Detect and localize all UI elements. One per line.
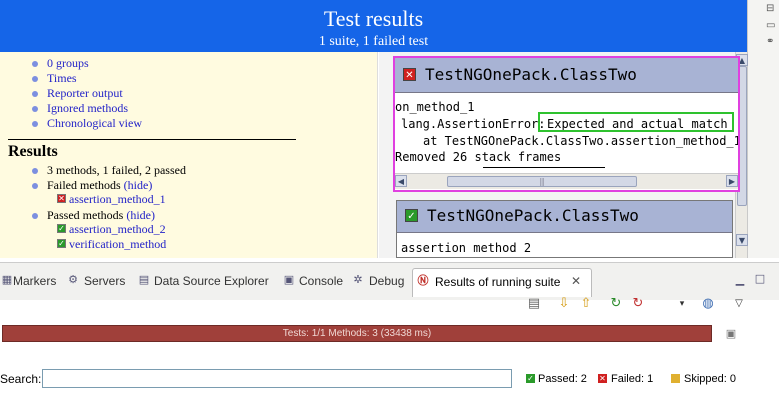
nav-link-groups[interactable]: 0 groups — [47, 56, 89, 71]
minimize-icon[interactable]: ⊟ — [766, 3, 779, 15]
rerun-failed-icon[interactable]: ↻ — [630, 296, 646, 312]
test-progress-bar: Tests: 1/1 Methods: 3 (33438 ms) — [2, 325, 712, 342]
servers-icon: ⚙ — [68, 273, 78, 286]
results-summary: 3 methods, 1 failed, 2 passed — [47, 163, 186, 177]
passed-count: Passed: 2 — [538, 373, 587, 385]
passed-method-link[interactable]: assertion_method_2 — [69, 222, 166, 237]
bullet-icon — [32, 61, 38, 67]
report-subtitle: 1 suite, 1 failed test — [318, 34, 429, 49]
data-source-icon: ▤ — [138, 273, 150, 286]
report-title: Test results — [323, 6, 424, 31]
bullet-icon — [32, 121, 38, 127]
search-input[interactable] — [42, 369, 512, 388]
report-header: Test results 1 suite, 1 failed test — [0, 0, 747, 52]
maximize-view-icon[interactable]: □ — [754, 273, 766, 285]
layout-toggle-icon[interactable]: ▣ — [723, 326, 739, 342]
stack-line: at TestNGOnePack.ClassTwo.assertion_meth… — [423, 134, 740, 148]
debug-icon: ✲ — [353, 273, 363, 286]
testng-icon: Ⓝ — [417, 274, 429, 287]
failed-hide-link[interactable]: (hide) — [124, 178, 153, 192]
card-horizontal-scrollbar[interactable]: ◀ ||| ▶ — [395, 173, 738, 189]
tab-data-source-explorer[interactable]: Data Source Explorer — [154, 274, 269, 288]
view-menu-chevron-icon[interactable]: ▽ — [731, 296, 747, 312]
scroll-left-icon[interactable]: ◀ — [395, 175, 407, 187]
failed-methods-label: Failed methods (hide) — [47, 178, 153, 192]
tab-console[interactable]: Console — [299, 274, 343, 288]
failed-method-link[interactable]: assertion_method_1 — [69, 192, 166, 207]
nav-link-ignored-methods[interactable]: Ignored methods — [47, 101, 128, 116]
passed-icon: ✓ — [526, 374, 535, 383]
search-label: Search: — [0, 372, 42, 386]
globe-icon[interactable]: ◍ — [700, 296, 716, 312]
stack-line: Removed 26 stack frames — [395, 150, 562, 164]
scrollbar-thumb[interactable]: ||| — [447, 176, 637, 187]
rerun-icon[interactable]: ↻ — [608, 296, 624, 312]
tab-label: Results of running suite — [435, 275, 561, 289]
nav-link-reporter-output[interactable]: Reporter output — [47, 86, 123, 101]
tab-results-of-running-suite[interactable]: Ⓝ Results of running suite ✕ — [412, 268, 592, 297]
scroll-down-icon[interactable]: ▼ — [736, 234, 748, 246]
divider — [8, 139, 296, 140]
message-highlight — [538, 112, 734, 132]
side-toolbar-strip: ⊟ ▭ ⚭ — [747, 0, 779, 258]
passed-icon: ✓ — [57, 239, 66, 248]
close-tab-icon[interactable]: ✕ — [571, 274, 581, 288]
scroll-right-icon[interactable]: ▶ — [726, 175, 738, 187]
previous-failure-icon[interactable]: ⇧ — [578, 296, 594, 312]
bullet-icon — [32, 168, 38, 174]
stack-line: assertion method 2 — [401, 241, 532, 255]
minimize-view-icon[interactable]: ▁ — [734, 274, 746, 286]
console-icon: ▣ — [283, 273, 295, 286]
results-heading: Results — [8, 143, 58, 160]
card-header: ✓ TestNGOnePack.ClassTwo — [397, 201, 732, 233]
stack-line: on_method_1 — [395, 100, 475, 114]
passed-icon: ✓ — [57, 224, 66, 233]
bullet-icon — [32, 183, 38, 189]
nav-link-times[interactable]: Times — [47, 71, 77, 86]
tab-servers[interactable]: Servers — [84, 274, 125, 288]
failed-count: Failed: 1 — [611, 373, 654, 385]
failed-icon: ✕ — [403, 68, 416, 81]
bullet-icon — [32, 91, 38, 97]
bullet-icon — [32, 76, 38, 82]
view-icon[interactable]: ▭ — [766, 20, 779, 32]
next-failure-icon[interactable]: ⇩ — [556, 296, 572, 312]
view-menu-icon[interactable]: ▾ — [674, 296, 690, 312]
passed-methods-label: Passed methods (hide) — [47, 208, 155, 222]
card-title: TestNGOnePack.ClassTwo — [427, 206, 639, 225]
skipped-icon — [671, 374, 680, 383]
passed-icon: ✓ — [405, 209, 418, 222]
markers-icon: ▦ — [1, 273, 13, 286]
failed-test-card: ✕ TestNGOnePack.ClassTwo on_method_1 lan… — [393, 56, 740, 192]
nav-link-chronological-view[interactable]: Chronological view — [47, 116, 142, 131]
stack-line: lang.AssertionError: — [401, 117, 546, 131]
bullet-icon — [32, 213, 38, 219]
card-title: TestNGOnePack.ClassTwo — [425, 65, 637, 84]
bullet-icon — [32, 106, 38, 112]
skipped-count: Skipped: 0 — [684, 373, 736, 385]
passed-hide-link[interactable]: (hide) — [126, 208, 155, 222]
tab-debug[interactable]: Debug — [369, 274, 404, 288]
view-tab-bar: ▦ Markers ⚙ Servers ▤ Data Source Explor… — [0, 262, 779, 300]
passed-method-link[interactable]: verification_method — [69, 237, 166, 252]
report-navigation-panel: 0 groups Times Reporter output Ignored m… — [0, 52, 378, 258]
link-icon[interactable]: ⚭ — [766, 36, 779, 48]
failed-icon: ✕ — [598, 374, 607, 383]
divider — [483, 167, 605, 168]
failed-icon: ✕ — [57, 194, 66, 203]
tab-markers[interactable]: Markers — [13, 274, 56, 288]
card-header: ✕ TestNGOnePack.ClassTwo — [395, 58, 738, 93]
passed-test-card: ✓ TestNGOnePack.ClassTwo assertion metho… — [396, 200, 733, 258]
clear-results-icon[interactable]: ▤ — [526, 296, 542, 312]
